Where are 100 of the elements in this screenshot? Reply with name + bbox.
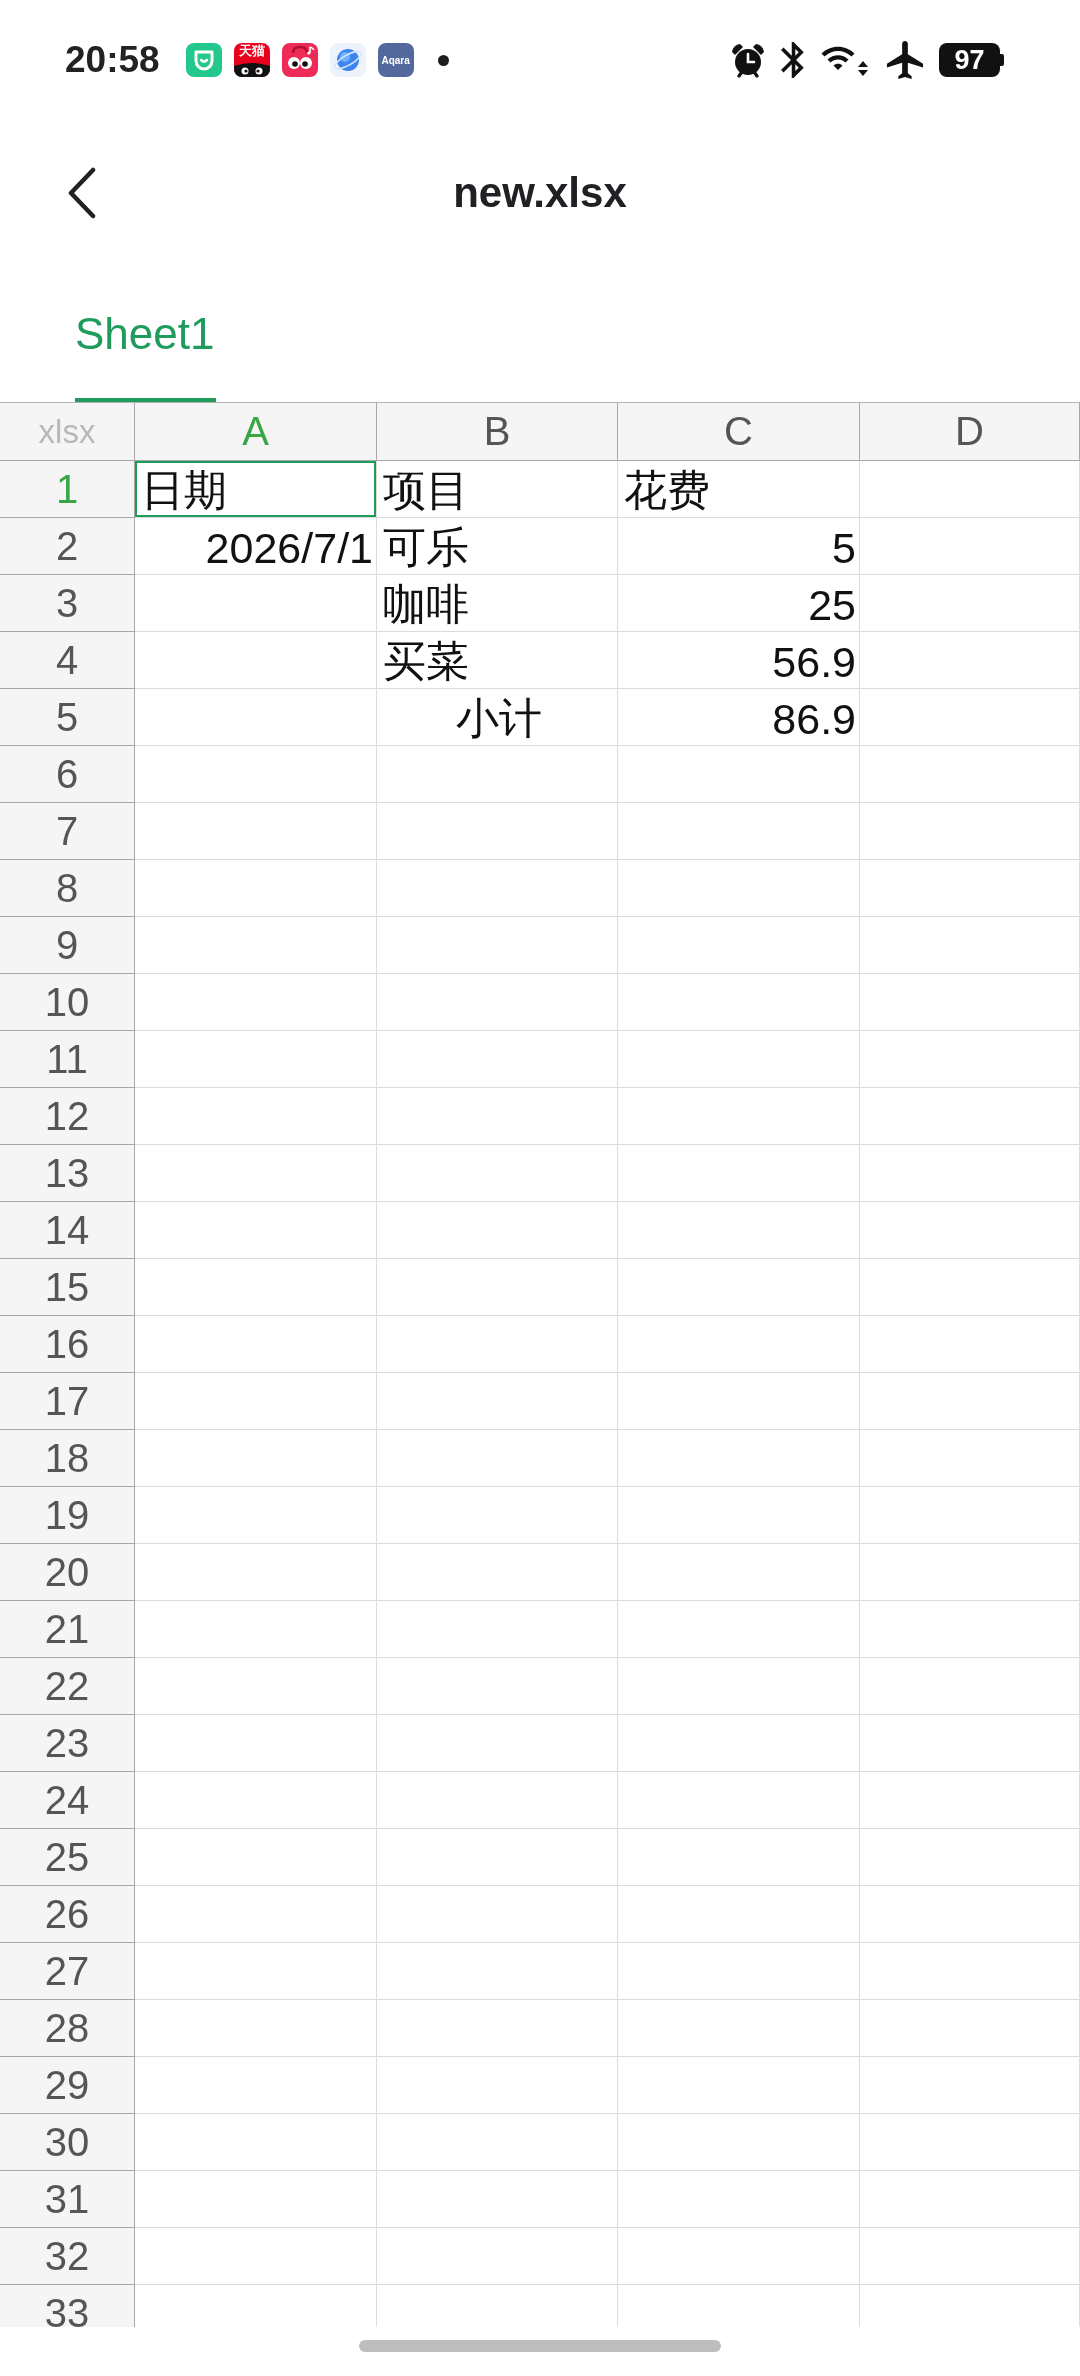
table-cell[interactable]: 买菜 <box>377 632 618 689</box>
row-header[interactable]: 11 <box>0 1031 135 1088</box>
table-cell[interactable] <box>377 803 618 860</box>
table-cell[interactable] <box>618 1031 860 1088</box>
table-cell[interactable] <box>618 1601 860 1658</box>
row-header[interactable]: 25 <box>0 1829 135 1886</box>
table-cell[interactable]: 25 <box>618 575 860 632</box>
table-cell[interactable] <box>860 2228 1080 2285</box>
table-cell[interactable] <box>618 2057 860 2114</box>
table-cell[interactable] <box>135 632 377 689</box>
table-cell[interactable] <box>135 1544 377 1601</box>
table-cell[interactable] <box>860 1886 1080 1943</box>
table-cell[interactable] <box>618 1487 860 1544</box>
table-cell[interactable] <box>860 746 1080 803</box>
table-cell[interactable] <box>618 917 860 974</box>
row-header[interactable]: 27 <box>0 1943 135 2000</box>
table-cell[interactable] <box>618 1772 860 1829</box>
table-cell[interactable] <box>618 974 860 1031</box>
table-cell[interactable] <box>618 746 860 803</box>
table-cell[interactable] <box>860 1601 1080 1658</box>
column-header[interactable]: B <box>377 403 618 461</box>
table-cell[interactable] <box>377 1031 618 1088</box>
row-header[interactable]: 17 <box>0 1373 135 1430</box>
table-cell[interactable] <box>860 575 1080 632</box>
row-header[interactable]: 29 <box>0 2057 135 2114</box>
table-cell[interactable] <box>135 1145 377 1202</box>
table-cell[interactable] <box>618 1316 860 1373</box>
table-cell[interactable] <box>860 518 1080 575</box>
table-cell[interactable] <box>377 974 618 1031</box>
row-header[interactable]: 33 <box>0 2285 135 2327</box>
table-cell[interactable] <box>135 1715 377 1772</box>
column-header[interactable]: D <box>860 403 1080 461</box>
table-cell[interactable] <box>135 575 377 632</box>
row-header[interactable]: 32 <box>0 2228 135 2285</box>
row-header[interactable]: 6 <box>0 746 135 803</box>
table-cell[interactable] <box>135 1601 377 1658</box>
table-cell[interactable] <box>377 1373 618 1430</box>
table-cell[interactable] <box>618 1373 860 1430</box>
table-cell[interactable] <box>135 917 377 974</box>
table-cell[interactable]: 项目 <box>377 461 618 518</box>
table-cell[interactable] <box>377 2228 618 2285</box>
table-cell[interactable]: 花费 <box>618 461 860 518</box>
row-header[interactable]: 4 <box>0 632 135 689</box>
table-cell[interactable]: 小计 <box>377 689 618 746</box>
table-cell[interactable] <box>377 860 618 917</box>
table-cell[interactable] <box>377 1430 618 1487</box>
table-cell[interactable] <box>860 1715 1080 1772</box>
row-header[interactable]: 8 <box>0 860 135 917</box>
table-cell[interactable] <box>860 689 1080 746</box>
table-cell[interactable] <box>135 1943 377 2000</box>
row-header[interactable]: 30 <box>0 2114 135 2171</box>
table-cell[interactable]: 咖啡 <box>377 575 618 632</box>
table-cell[interactable] <box>618 2171 860 2228</box>
table-cell[interactable] <box>860 1829 1080 1886</box>
table-cell[interactable] <box>377 1658 618 1715</box>
table-cell[interactable] <box>377 2171 618 2228</box>
table-cell[interactable] <box>860 860 1080 917</box>
row-header[interactable]: 20 <box>0 1544 135 1601</box>
table-cell[interactable] <box>860 1316 1080 1373</box>
table-cell[interactable] <box>135 1031 377 1088</box>
table-cell[interactable] <box>618 1886 860 1943</box>
table-cell[interactable] <box>860 632 1080 689</box>
table-cell[interactable] <box>135 803 377 860</box>
row-header[interactable]: 31 <box>0 2171 135 2228</box>
row-header[interactable]: 18 <box>0 1430 135 1487</box>
row-header[interactable]: 13 <box>0 1145 135 1202</box>
table-cell[interactable] <box>135 1886 377 1943</box>
table-cell[interactable] <box>618 1658 860 1715</box>
table-cell[interactable] <box>377 1829 618 1886</box>
table-cell[interactable] <box>135 2228 377 2285</box>
table-cell[interactable] <box>860 1088 1080 1145</box>
table-cell[interactable] <box>860 803 1080 860</box>
row-header[interactable]: 28 <box>0 2000 135 2057</box>
table-cell[interactable]: 56.9 <box>618 632 860 689</box>
table-cell[interactable] <box>860 1772 1080 1829</box>
table-cell[interactable] <box>860 2000 1080 2057</box>
table-cell[interactable] <box>618 1544 860 1601</box>
row-header[interactable]: 14 <box>0 1202 135 1259</box>
table-cell[interactable] <box>860 1031 1080 1088</box>
table-cell[interactable] <box>377 1772 618 1829</box>
table-cell[interactable] <box>377 1487 618 1544</box>
table-cell[interactable] <box>860 461 1080 518</box>
table-cell[interactable] <box>377 1601 618 1658</box>
row-header[interactable]: 16 <box>0 1316 135 1373</box>
table-cell[interactable] <box>377 1943 618 2000</box>
row-header[interactable]: 26 <box>0 1886 135 1943</box>
table-cell[interactable] <box>135 1829 377 1886</box>
table-cell[interactable]: 可乐 <box>377 518 618 575</box>
table-cell[interactable] <box>135 1259 377 1316</box>
table-cell[interactable] <box>135 1658 377 1715</box>
table-cell[interactable] <box>377 1088 618 1145</box>
table-cell[interactable] <box>618 860 860 917</box>
table-cell[interactable] <box>377 1145 618 1202</box>
row-header[interactable]: 3 <box>0 575 135 632</box>
table-cell[interactable] <box>618 1430 860 1487</box>
table-cell[interactable] <box>860 1259 1080 1316</box>
table-cell[interactable] <box>377 2000 618 2057</box>
table-cell[interactable]: 日期 <box>135 461 377 518</box>
row-header[interactable]: 19 <box>0 1487 135 1544</box>
table-cell[interactable] <box>135 1430 377 1487</box>
